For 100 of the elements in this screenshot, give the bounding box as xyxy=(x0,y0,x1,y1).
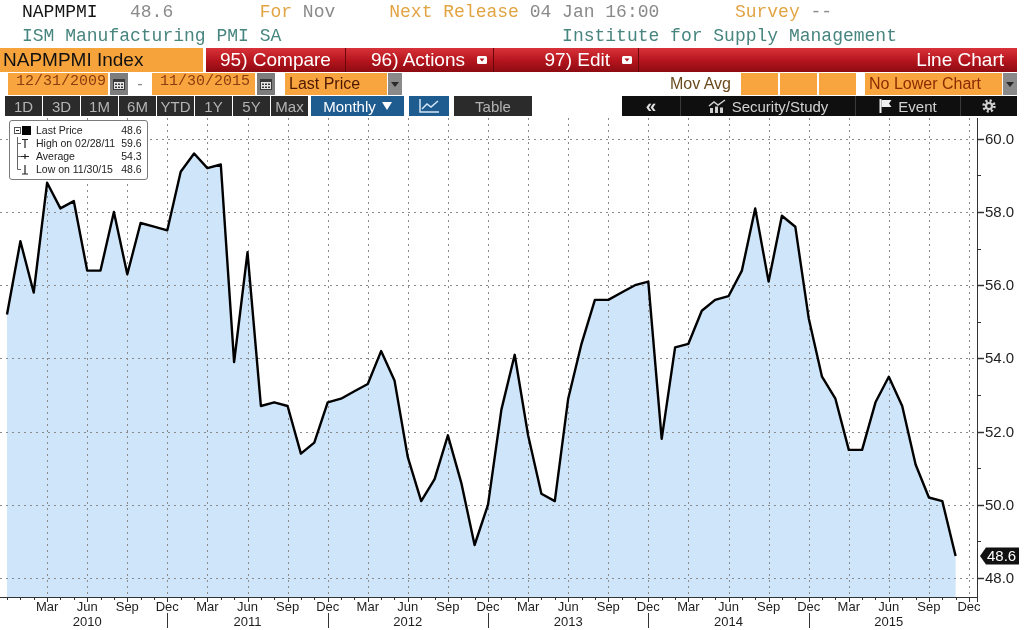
x-axis-label: Mar xyxy=(677,599,700,614)
event-button[interactable]: Event xyxy=(855,96,960,116)
x-axis-label: Jun xyxy=(76,599,98,614)
x-axis-label: Sep xyxy=(917,599,941,614)
period-value: Nov xyxy=(302,1,336,24)
period-button[interactable]: 1M xyxy=(81,96,118,116)
chart-type-title: Line Chart xyxy=(916,48,1005,72)
period-button[interactable]: 1D xyxy=(5,96,42,116)
start-date-field[interactable]: 12/31/2009 xyxy=(8,73,108,95)
y-axis-label: 56.0 xyxy=(985,276,1015,294)
table-view-button[interactable]: Table xyxy=(454,96,532,116)
end-date-field[interactable]: 11/30/2015 xyxy=(152,73,255,95)
square-marker-icon xyxy=(22,126,31,135)
chevron-button[interactable]: « xyxy=(622,96,680,116)
x-axis-label: Jun xyxy=(237,599,258,614)
x-axis-label: Mar xyxy=(356,599,379,614)
x-axis-label: Dec xyxy=(636,599,660,614)
year-label: 2014 xyxy=(714,614,743,629)
flag-icon xyxy=(879,99,893,113)
x-axis-label: Sep xyxy=(757,599,781,614)
chart-view-button[interactable] xyxy=(409,96,449,116)
x-axis-label: Mar xyxy=(196,599,219,614)
input-field[interactable] xyxy=(780,73,817,95)
last-value: 48.6 xyxy=(130,1,174,24)
x-axis-label: Mar xyxy=(516,599,540,614)
x-axis-label: Dec xyxy=(155,599,179,614)
year-label: 2011 xyxy=(233,614,262,629)
t-marker-icon xyxy=(14,137,30,150)
security-study-button[interactable]: Security/Study xyxy=(680,96,855,116)
caret-icon xyxy=(1006,81,1014,87)
line-chart-icon xyxy=(419,99,439,113)
input-field[interactable] xyxy=(819,73,856,95)
legend-label: Average xyxy=(36,150,76,163)
bar-chart-icon xyxy=(707,99,726,113)
legend-value: 48.6 xyxy=(120,124,142,137)
x-axis-label: Jun xyxy=(397,599,419,614)
x-axis-label: Sep xyxy=(596,599,620,614)
legend-label: Last Price xyxy=(36,124,84,137)
period-button[interactable]: 5Y xyxy=(233,96,270,116)
last-value-tag: 48.6 xyxy=(980,547,1019,565)
y-axis-label: 58.0 xyxy=(985,203,1015,220)
legend-value: 54.3 xyxy=(120,150,142,163)
x-axis-label: Dec xyxy=(476,599,500,614)
calendar-icon xyxy=(260,78,272,90)
year-label: 2013 xyxy=(553,614,583,629)
period-button[interactable]: 3D xyxy=(43,96,80,116)
collapse-icon xyxy=(14,127,21,134)
x-axis-label: Dec xyxy=(957,599,981,614)
period-button[interactable]: 1Y xyxy=(195,96,232,116)
price-field-select[interactable]: Last Price xyxy=(285,73,387,95)
x-axis-label: Sep xyxy=(115,599,139,614)
x-axis-label: Dec xyxy=(316,599,340,614)
x-axis-label: Sep xyxy=(276,599,300,614)
plus-marker-icon xyxy=(14,150,30,163)
y-axis-label: 60.0 xyxy=(985,129,1015,147)
lower-chart-select[interactable]: No Lower Chart xyxy=(865,73,1002,95)
input-field[interactable] xyxy=(741,73,778,95)
legend-value: 59.6 xyxy=(120,137,142,150)
x-axis-label: Mar xyxy=(837,599,860,614)
year-label: 2012 xyxy=(393,614,423,629)
dropdown-button[interactable] xyxy=(1003,73,1017,95)
legend-value: 48.6 xyxy=(120,163,142,176)
inverted-t-marker-icon xyxy=(14,163,30,176)
legend-label: Low on 11/30/15 xyxy=(36,163,114,176)
period-button[interactable]: Max xyxy=(271,96,308,116)
x-axis-label: Jun xyxy=(557,599,579,614)
menu-button[interactable]: 97) Edit xyxy=(494,48,639,72)
source-name: Institute for Supply Management xyxy=(562,25,897,48)
frequency-dropdown[interactable]: Monthly xyxy=(311,96,404,116)
date-separator: - xyxy=(136,74,144,94)
caret-icon xyxy=(381,102,392,110)
settings-icon xyxy=(982,99,996,113)
year-label: 2010 xyxy=(72,614,102,629)
x-axis-label: Dec xyxy=(797,599,821,614)
period-button[interactable]: YTD xyxy=(157,96,194,116)
release-time: 04 Jan 16:00 xyxy=(529,1,660,24)
calendar-icon xyxy=(113,78,125,90)
mov-avg-label: Mov Avg xyxy=(669,74,732,94)
menu-button[interactable]: 96) Actions xyxy=(346,48,494,72)
x-axis-label: Sep xyxy=(436,599,460,614)
survey-value: -- xyxy=(810,1,833,24)
ticker-symbol: NAPMPMI xyxy=(22,1,98,24)
x-axis-label: Jun xyxy=(878,599,900,614)
period-button[interactable]: 6M xyxy=(119,96,156,116)
release-label: Next Release xyxy=(389,1,519,24)
y-axis-label: 50.0 xyxy=(985,495,1015,513)
x-axis-label: Jun xyxy=(718,599,739,614)
year-label: 2015 xyxy=(874,614,904,629)
settings-button[interactable] xyxy=(960,96,1017,116)
calendar-button[interactable] xyxy=(110,73,128,95)
x-axis-label: Mar xyxy=(35,599,59,614)
y-axis-label: 52.0 xyxy=(985,422,1015,440)
dropdown-button[interactable] xyxy=(388,73,402,95)
caret-icon xyxy=(391,81,399,87)
series-description: ISM Manufacturing PMI SA xyxy=(22,25,282,48)
menu-button[interactable]: 95) Compare xyxy=(206,48,346,72)
calendar-button[interactable] xyxy=(257,73,275,95)
security-field[interactable]: NAPMPMI Index xyxy=(0,48,203,72)
y-axis-label: 54.0 xyxy=(985,349,1015,367)
y-axis-label: 48.0 xyxy=(985,569,1015,586)
